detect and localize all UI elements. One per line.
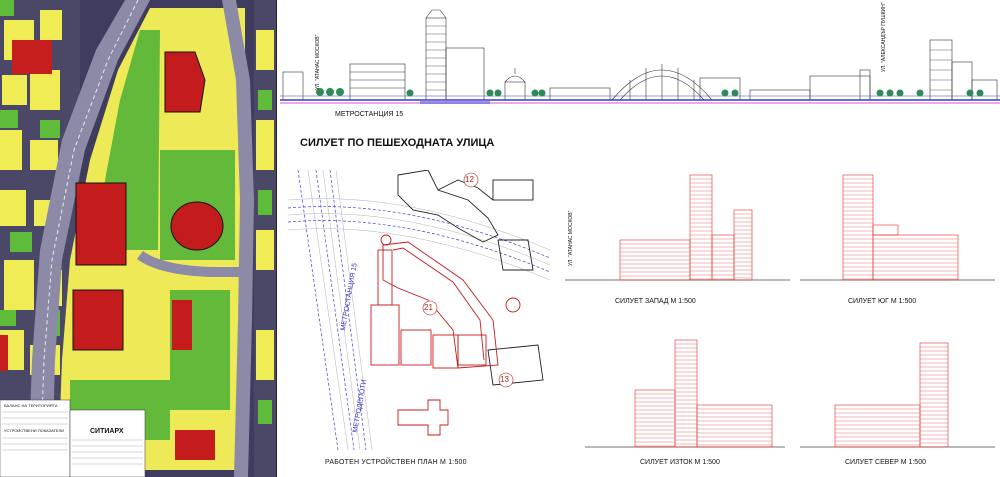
plan-parcel-21: 21 [424, 303, 433, 312]
working-plan-caption: РАБОТЕН УСТРОЙСТВЕН ПЛАН М 1:500 [325, 459, 467, 466]
elevation-south-hatch [843, 178, 958, 280]
elevation-east-drawing [585, 339, 785, 448]
elevation-north [800, 335, 995, 455]
elevation-west-street-tag: УЛ. "АТАНАС МОСКОВ" [568, 210, 574, 266]
working-plan: 12 21 13 МЕТРОСТАНЦИЯ 15 МЕТРОДЕПОТИ [288, 170, 550, 450]
elevation-west-hatch [620, 178, 752, 280]
plan-parcel-12: 12 [465, 175, 474, 184]
elevation-west [565, 170, 790, 290]
elevation-north-drawing [800, 342, 995, 448]
working-plan-drawing [288, 170, 550, 450]
elevation-west-drawing [565, 174, 790, 281]
elevation-east [585, 335, 785, 455]
metro-station-label: МЕТРОСТАНЦИЯ 15 [335, 111, 404, 118]
map-indicators-title: УСТРОЙСТВЕНИ ПОКАЗАТЕЛИ [4, 428, 65, 433]
elevation-east-hatch [635, 343, 772, 447]
street-silhouette-title: СИЛУЕТ ПО ПЕШЕХОДНАТА УЛИЦА [300, 137, 495, 149]
elevation-west-caption: СИЛУЕТ ЗАПАД М 1:500 [615, 298, 696, 305]
street-tag-pushkin: УЛ. "АЛЕКСАНДЪР ПУШКИН" [881, 2, 887, 72]
map-legend-title: БАЛАНС НА ТЕРИТОРИЯТА [4, 403, 58, 408]
elevation-south-drawing [800, 174, 995, 281]
elevation-north-hatch [835, 346, 948, 446]
elevation-south [800, 170, 995, 290]
urban-plan-map: БАЛАНС НА ТЕРИТОРИЯТА СИТИАРХ УСТРОЙСТВЕ… [0, 0, 277, 477]
map-company-title: СИТИАРХ [90, 428, 124, 435]
street-tag-moskov: УЛ. "АТАНАС МОСКОВ" [315, 34, 321, 90]
elevation-south-caption: СИЛУЕТ ЮГ М 1:500 [848, 298, 917, 305]
plan-parcel-13: 13 [500, 375, 509, 384]
elevation-east-caption: СИЛУЕТ ИЗТОК М 1:500 [640, 459, 720, 466]
street-silhouette: УЛ. "АТАНАС МОСКОВ" УЛ. "АЛЕКСАНДЪР ПУШК… [280, 0, 1000, 130]
elevation-north-caption: СИЛУЕТ СЕВЕР М 1:500 [845, 459, 926, 466]
